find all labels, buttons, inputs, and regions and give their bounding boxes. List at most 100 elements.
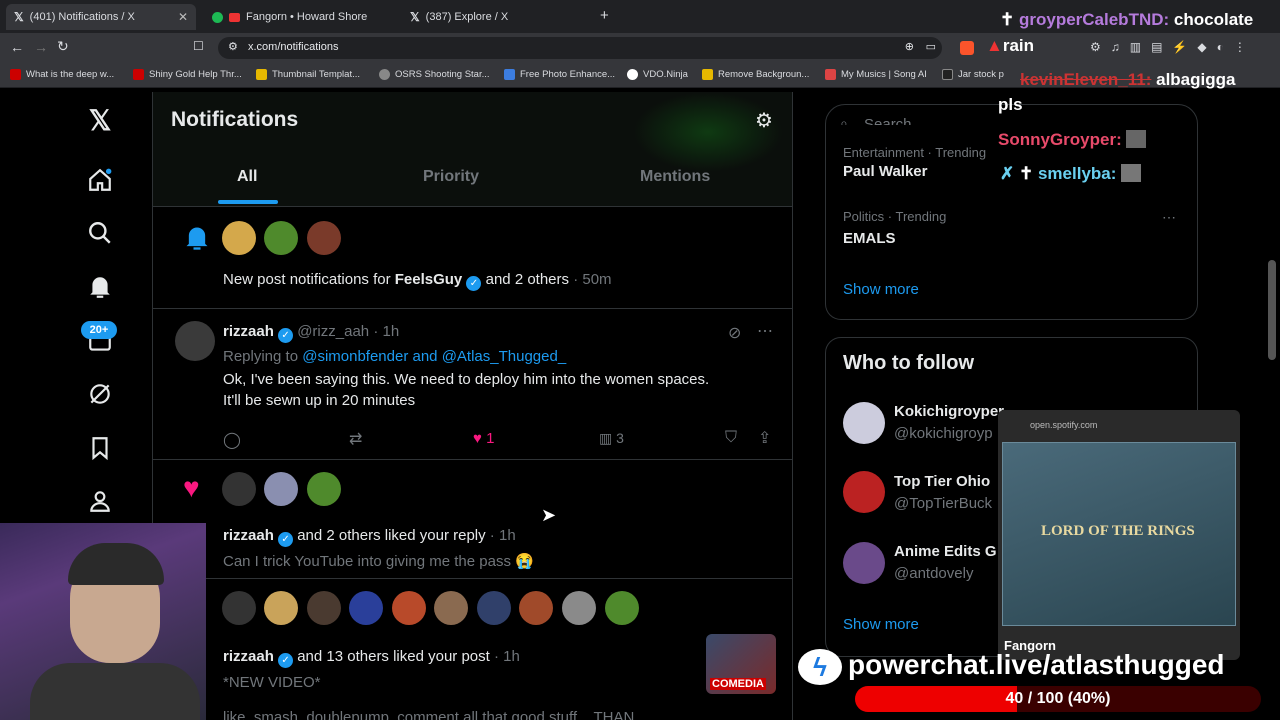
x-side-nav: 𝕏 20+ bbox=[72, 92, 128, 522]
heart-icon: ♥ bbox=[183, 472, 200, 503]
bookmark-item[interactable]: My Musics | Song AI bbox=[825, 69, 927, 80]
x-logo-icon: 𝕏 bbox=[410, 10, 420, 24]
user-handle[interactable]: @rizz_aah bbox=[297, 323, 369, 340]
tab-mentions[interactable]: Mentions bbox=[640, 168, 710, 186]
cast-icon[interactable]: ▭ bbox=[926, 40, 936, 53]
view-count: 3 bbox=[616, 430, 624, 446]
forward-icon[interactable]: → bbox=[34, 39, 48, 55]
bookmark-icon[interactable]: ⛉ bbox=[725, 429, 737, 447]
avatar[interactable] bbox=[605, 591, 639, 625]
avatar[interactable] bbox=[307, 591, 341, 625]
follow-name[interactable]: Top Tier Ohio bbox=[894, 473, 990, 490]
profile-icon[interactable] bbox=[86, 487, 114, 515]
follow-handle[interactable]: @TopTierBuck bbox=[894, 495, 992, 512]
show-more-link[interactable]: Show more bbox=[843, 281, 919, 298]
avatar[interactable] bbox=[222, 472, 256, 506]
like-button[interactable]: ♥ 1 bbox=[473, 430, 494, 447]
views-button[interactable]: ▥ 3 bbox=[599, 430, 624, 447]
avatar[interactable] bbox=[264, 591, 298, 625]
bookmark-item[interactable]: Jar stock p bbox=[942, 69, 1004, 80]
bookmark-item[interactable]: Free Photo Enhance... bbox=[504, 69, 615, 80]
avatar[interactable] bbox=[434, 591, 468, 625]
follow-name[interactable]: Kokichigroyper bbox=[894, 403, 1004, 420]
liked-reply-text: Can I trick YouTube into giving me the p… bbox=[223, 553, 534, 570]
reload-icon[interactable]: ↻ bbox=[57, 38, 69, 55]
new-tab-button[interactable]: + bbox=[600, 7, 609, 24]
video-thumbnail[interactable]: COMEDIA bbox=[706, 634, 776, 694]
bookmark-page-icon[interactable]: ☐ bbox=[193, 39, 204, 53]
avatar[interactable] bbox=[349, 591, 383, 625]
trend-title[interactable]: EMALS bbox=[843, 230, 896, 247]
avatar[interactable] bbox=[175, 321, 215, 361]
follow-handle[interactable]: @antdovely bbox=[894, 565, 973, 582]
follow-name[interactable]: Anime Edits G bbox=[894, 543, 997, 560]
cross-icon: ✝ bbox=[1000, 10, 1015, 29]
chat-text: ▲rain bbox=[986, 36, 1034, 56]
avatar[interactable] bbox=[477, 591, 511, 625]
grok-icon[interactable] bbox=[86, 380, 114, 408]
share-icon[interactable]: ⇪ bbox=[758, 428, 771, 448]
bookmark-item[interactable]: What is the deep w... bbox=[10, 69, 114, 80]
red-triangle-icon: ▲ bbox=[986, 36, 1003, 55]
notification-like-post[interactable]: rizzaah ✓ and 13 others liked your post … bbox=[153, 579, 793, 720]
user-name[interactable]: rizzaah bbox=[223, 323, 274, 340]
notification-new-posts[interactable]: New post notifications for FeelsGuy ✓ an… bbox=[153, 207, 793, 308]
search-icon[interactable] bbox=[86, 219, 114, 247]
spotify-mini-player[interactable]: open.spotify.com LORD OF THE RINGS Fango… bbox=[998, 410, 1240, 660]
zoom-icon[interactable]: ⊕ bbox=[905, 40, 914, 53]
reply-icon[interactable]: ◯ bbox=[223, 430, 241, 450]
avatar[interactable] bbox=[222, 591, 256, 625]
site-info-icon[interactable]: ⚙ bbox=[228, 40, 238, 53]
bookmark-item[interactable]: Thumbnail Templat... bbox=[256, 69, 360, 80]
streamer-cap bbox=[68, 543, 164, 585]
close-tab-icon[interactable]: ✕ bbox=[178, 10, 188, 24]
brave-shield-icon[interactable] bbox=[960, 41, 974, 55]
trend-title[interactable]: Paul Walker bbox=[843, 163, 927, 180]
address-bar[interactable]: ⚙ x.com/notifications ⊕ ▭ bbox=[218, 37, 942, 59]
avatar[interactable] bbox=[843, 471, 885, 513]
bookmark-item[interactable]: Shiny Gold Help Thr... bbox=[133, 69, 242, 80]
settings-gear-icon[interactable]: ⚙ bbox=[755, 108, 773, 133]
retweet-icon[interactable]: ⇄ bbox=[349, 429, 362, 449]
user-name[interactable]: FeelsGuy bbox=[395, 271, 463, 288]
grok-icon[interactable]: ⊘ bbox=[728, 323, 741, 343]
more-options-icon[interactable]: ⋯ bbox=[757, 321, 773, 341]
avatar[interactable] bbox=[307, 221, 341, 255]
bookmarks-icon[interactable] bbox=[86, 434, 114, 462]
avatar[interactable] bbox=[264, 472, 298, 506]
notification-reply[interactable]: rizzaah ✓ @rizz_aah · 1h ⊘ ⋯ Replying to… bbox=[153, 309, 793, 459]
tab-explore[interactable]: 𝕏 (387) Explore / X bbox=[402, 4, 592, 30]
tab-notifications[interactable]: 𝕏 (401) Notifications / X ✕ bbox=[6, 4, 196, 30]
avatar[interactable] bbox=[519, 591, 553, 625]
bookmark-item[interactable]: OSRS Shooting Star... bbox=[379, 69, 490, 80]
tweet-body-line1: Ok, I've been saying this. We need to de… bbox=[223, 371, 710, 388]
more-options-icon[interactable]: ⋯ bbox=[1162, 209, 1176, 226]
avatar[interactable] bbox=[307, 472, 341, 506]
tab-fangorn[interactable]: Fangorn • Howard Shore bbox=[204, 4, 394, 30]
avatar[interactable] bbox=[264, 221, 298, 255]
tab-all[interactable]: All bbox=[237, 168, 257, 186]
bookmark-item[interactable]: VDO.Ninja bbox=[627, 69, 688, 80]
chat-user: SonnyGroyper: bbox=[998, 130, 1122, 149]
x-home-logo-icon[interactable]: 𝕏 bbox=[86, 105, 114, 136]
follow-handle[interactable]: @kokichigroyp bbox=[894, 425, 993, 442]
avatar[interactable] bbox=[843, 542, 885, 584]
user-name[interactable]: rizzaah bbox=[223, 527, 274, 544]
show-more-link[interactable]: Show more bbox=[843, 616, 919, 633]
avatar[interactable] bbox=[843, 402, 885, 444]
bookmark-item[interactable]: Remove Backgroun... bbox=[702, 69, 809, 80]
donation-goal-text: 40 / 100 (40%) bbox=[1005, 690, 1111, 707]
back-icon[interactable]: ← bbox=[10, 39, 24, 55]
reply-to-users[interactable]: @simonbfender and @Atlas_Thugged_ bbox=[302, 348, 566, 365]
avatar[interactable] bbox=[562, 591, 596, 625]
user-name[interactable]: rizzaah bbox=[223, 648, 274, 665]
notification-like-reply[interactable]: ♥ rizzaah ✓ and 2 others liked your repl… bbox=[153, 460, 793, 578]
tab-priority[interactable]: Priority bbox=[423, 168, 479, 186]
avatar[interactable] bbox=[222, 221, 256, 255]
stream-chat-overlay: ✝ groyperCalebTND: chocolate ▲rain kevin… bbox=[986, 10, 1270, 190]
notifications-bell-icon[interactable] bbox=[86, 273, 114, 301]
scrollbar-thumb[interactable] bbox=[1268, 260, 1276, 360]
notification-text: rizzaah ✓ and 13 others liked your post … bbox=[223, 648, 520, 668]
avatar[interactable] bbox=[392, 591, 426, 625]
home-icon[interactable] bbox=[86, 166, 114, 194]
